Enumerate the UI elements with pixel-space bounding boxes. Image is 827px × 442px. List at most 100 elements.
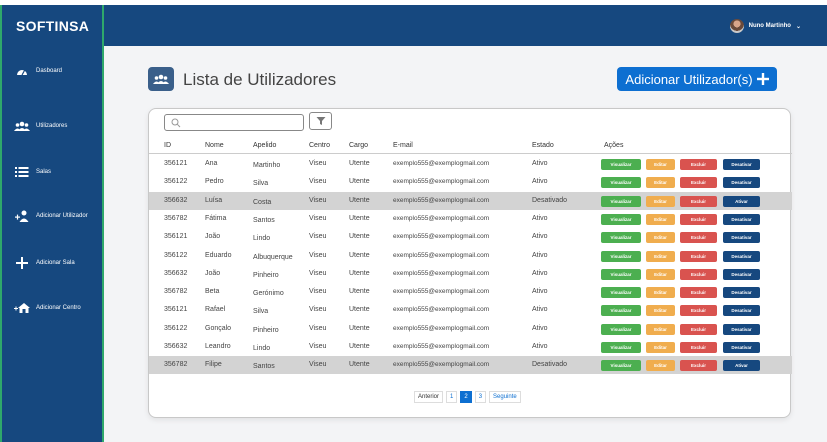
cell-cargo: Utente [349, 178, 370, 186]
cell-email: exemplo555@exemplogmail.com [393, 233, 490, 241]
delete-button[interactable]: Excluir [680, 195, 717, 207]
table-row: 356782 Beta Gerónimo Viseu Utente exemplo555@… [149, 283, 792, 301]
deactivate-button[interactable]: Desativar [723, 305, 760, 317]
deactivate-button[interactable]: Desativar [723, 287, 760, 299]
cell-email: exemplo555@exemplogmail.com [393, 160, 490, 167]
cell-apelido: Santos [253, 363, 275, 371]
cell-id: 356782 [164, 214, 188, 222]
cell-id: 356632 [164, 269, 188, 277]
delete-button[interactable]: Excluir [680, 323, 717, 335]
column-header-email[interactable]: E-mail [393, 142, 413, 149]
column-header-estado[interactable]: Estado [532, 142, 554, 149]
delete-button[interactable]: Excluir [680, 159, 717, 170]
delete-button[interactable]: Excluir [680, 360, 717, 372]
search-input[interactable] [164, 114, 304, 131]
pagination-page-2[interactable]: 2 [460, 391, 472, 403]
delete-button[interactable]: Excluir [680, 232, 717, 244]
pagination-prev[interactable]: Anterior [414, 391, 444, 403]
edit-button[interactable]: Editar [646, 213, 675, 225]
deactivate-button[interactable]: Desativar [723, 159, 760, 170]
view-button[interactable]: Visualizar [601, 287, 641, 299]
column-header-cargo[interactable]: Cargo [349, 142, 368, 149]
cell-cargo: Utente [349, 196, 370, 204]
edit-button[interactable]: Editar [646, 177, 675, 189]
delete-button[interactable]: Excluir [680, 305, 717, 317]
column-header-apelido[interactable]: Apelido [253, 142, 276, 149]
view-button[interactable]: Visualizar [601, 195, 641, 207]
add-user-icon [14, 209, 30, 223]
edit-button[interactable]: Editar [646, 268, 675, 280]
user-menu[interactable]: Nuno Martinho ⌄ [729, 19, 801, 33]
edit-button[interactable]: Editar [646, 195, 675, 207]
view-button[interactable]: Visualizar [601, 268, 641, 280]
add-user-button[interactable]: Adicionar Utilizador(s) [617, 67, 777, 91]
sidebar-item-dashboard[interactable]: Dasboard [14, 64, 62, 78]
edit-button[interactable]: Editar [646, 287, 675, 299]
view-button[interactable]: Visualizar [601, 213, 641, 225]
delete-button[interactable]: Excluir [680, 287, 717, 299]
activate-button[interactable]: Ativar [723, 360, 760, 372]
view-button[interactable]: Visualizar [601, 177, 641, 189]
view-button[interactable]: Visualizar [601, 232, 641, 244]
cell-centro: Viseu [309, 306, 327, 314]
brand-logo[interactable]: SOFTINSA [16, 18, 89, 34]
cell-email: exemplo555@exemplogmail.com [393, 214, 490, 222]
view-button[interactable]: Visualizar [601, 305, 641, 317]
sidebar-item-salas[interactable]: Salas [14, 165, 51, 179]
cell-id: 356632 [164, 196, 188, 204]
column-header-id[interactable]: ID [164, 142, 171, 149]
delete-button[interactable]: Excluir [680, 250, 717, 262]
filter-icon [316, 117, 325, 125]
delete-button[interactable]: Excluir [680, 342, 717, 353]
deactivate-button[interactable]: Desativar [723, 232, 760, 244]
edit-button[interactable]: Editar [646, 250, 675, 262]
sidebar-item-add-centro[interactable]: Adicionar Centro [14, 301, 81, 315]
pagination-next[interactable]: Seguinte [489, 391, 521, 403]
cell-apelido: Lindo [253, 345, 271, 352]
view-button[interactable]: Visualizar [601, 323, 641, 335]
edit-button[interactable]: Editar [646, 323, 675, 335]
pagination-page-1[interactable]: 1 [446, 391, 458, 403]
sidebar-item-users[interactable]: Utilizadores [14, 119, 67, 133]
cell-id: 356782 [164, 361, 188, 369]
cell-centro: Viseu [309, 288, 327, 296]
deactivate-button[interactable]: Desativar [723, 323, 760, 335]
deactivate-button[interactable]: Desativar [723, 342, 760, 353]
deactivate-button[interactable]: Desativar [723, 213, 760, 225]
cell-apelido: Costa [253, 198, 272, 206]
column-header-centro[interactable]: Centro [309, 142, 330, 149]
cell-nome: Leandro [205, 343, 231, 350]
table-row: 356632 Leandro Lindo Viseu Utente exemplo555@… [149, 338, 792, 356]
view-button[interactable]: Visualizar [601, 250, 641, 262]
sidebar-item-add-sala[interactable]: Adicionar Sala [14, 256, 75, 270]
cell-email: exemplo555@exemplogmail.com [393, 306, 490, 314]
deactivate-button[interactable]: Desativar [723, 177, 760, 189]
edit-button[interactable]: Editar [646, 342, 675, 353]
filter-button[interactable] [309, 112, 332, 130]
deactivate-button[interactable]: Desativar [723, 250, 760, 262]
edit-button[interactable]: Editar [646, 305, 675, 317]
deactivate-button[interactable]: Desativar [723, 268, 760, 280]
avatar [729, 19, 744, 33]
pagination-page-3[interactable]: 3 [474, 391, 487, 403]
cell-estado: Ativo [532, 343, 548, 350]
edit-button[interactable]: Editar [646, 232, 675, 244]
column-header-acoes: Ações [604, 142, 624, 149]
main-content: Lista de Utilizadores Adicionar Utilizad… [104, 46, 827, 442]
cell-cargo: Utente [349, 251, 370, 259]
edit-button[interactable]: Editar [646, 360, 675, 372]
cell-nome: Rafael [205, 306, 226, 314]
edit-button[interactable]: Editar [646, 159, 675, 170]
cell-id: 356121 [164, 306, 188, 314]
cell-apelido: Martinho [253, 162, 281, 169]
activate-button[interactable]: Ativar [723, 195, 760, 207]
delete-button[interactable]: Excluir [680, 213, 717, 225]
column-header-nome[interactable]: Nome [205, 142, 224, 149]
pagination: Anterior 1 2 3 Seguinte [414, 391, 521, 403]
delete-button[interactable]: Excluir [680, 268, 717, 280]
view-button[interactable]: Visualizar [601, 159, 641, 170]
delete-button[interactable]: Excluir [680, 177, 717, 189]
view-button[interactable]: Visualizar [601, 360, 641, 372]
view-button[interactable]: Visualizar [601, 342, 641, 353]
sidebar-item-add-user[interactable]: Adicionar Utilizador [14, 209, 88, 223]
